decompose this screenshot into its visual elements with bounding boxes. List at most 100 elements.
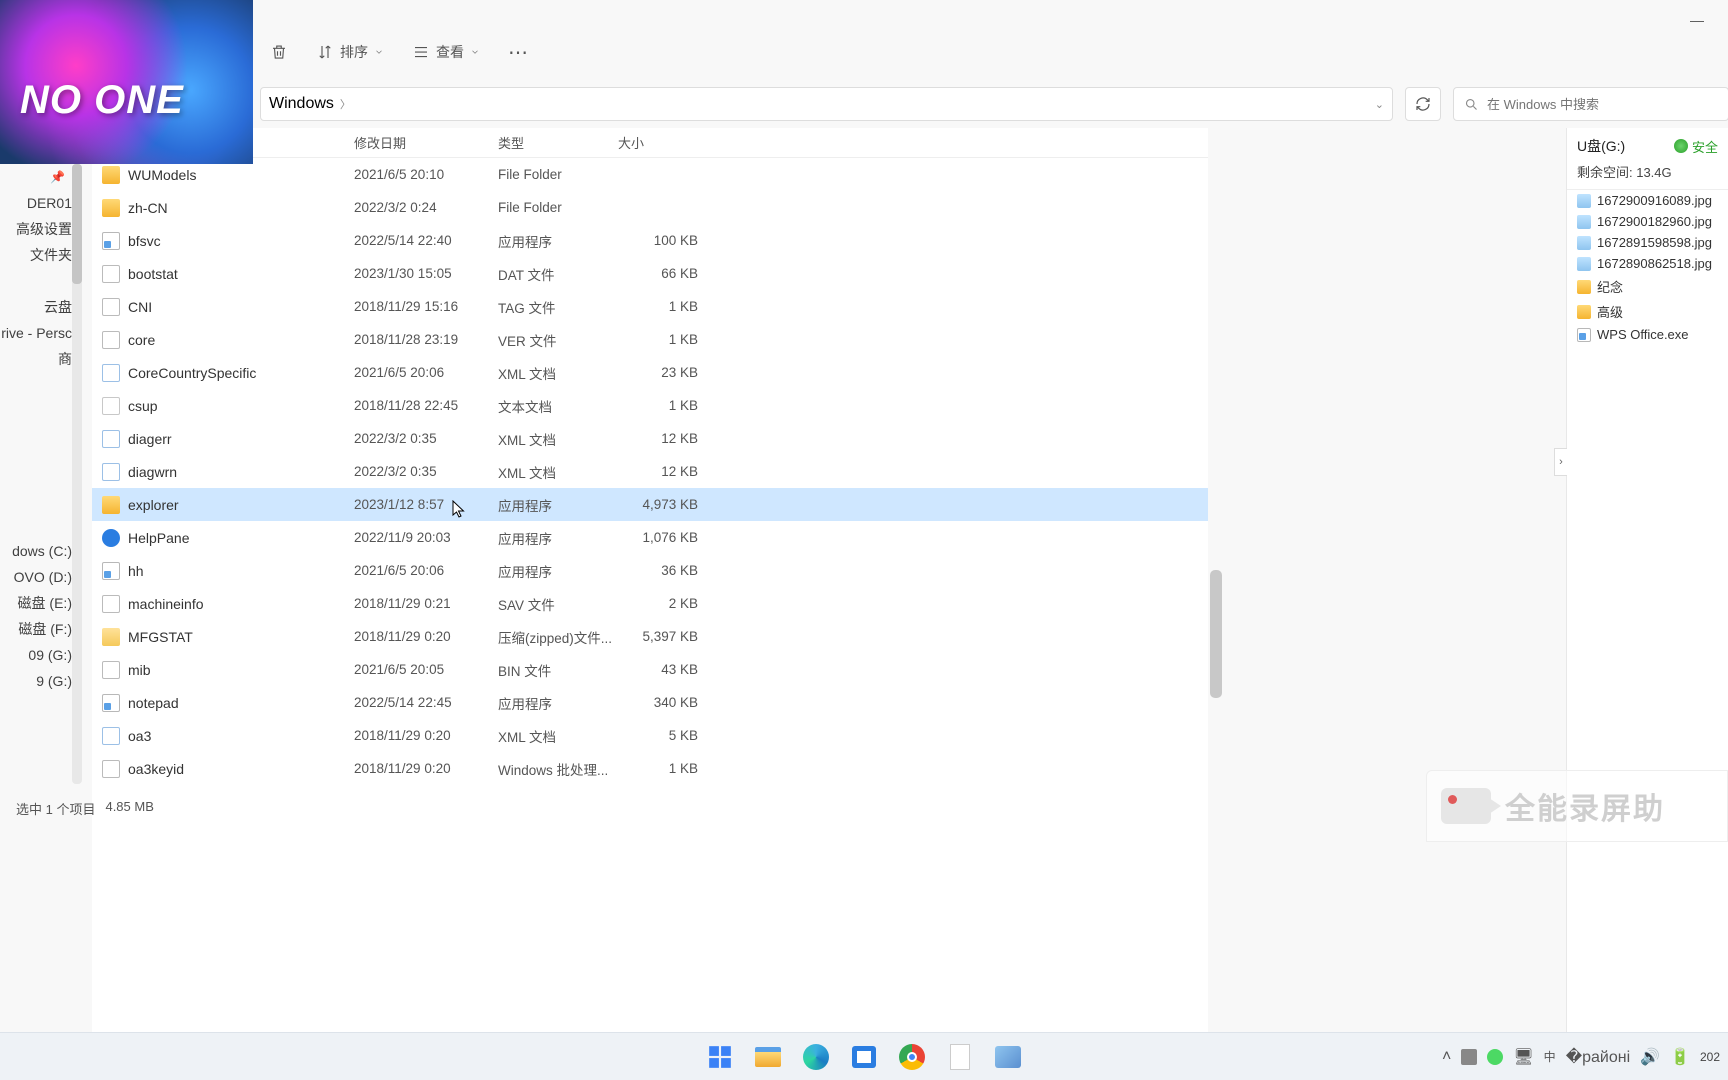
ellipsis-icon: ⋯ — [508, 40, 530, 65]
file-row[interactable]: CoreCountrySpecific2021/6/5 20:06XML 文档2… — [92, 356, 1208, 389]
start-button[interactable] — [700, 1037, 740, 1077]
search-input[interactable] — [1487, 97, 1718, 112]
panel-item[interactable]: 1672891598598.jpg — [1567, 232, 1728, 253]
folder-icon — [1577, 280, 1591, 294]
panel-item[interactable]: 纪念 — [1567, 274, 1728, 299]
file-size: 5 KB — [618, 728, 698, 743]
file-row[interactable]: CNI2018/11/29 15:16TAG 文件1 KB — [92, 290, 1208, 323]
file-scrollbar[interactable] — [1210, 128, 1222, 784]
col-size[interactable]: 大小 — [618, 133, 698, 152]
file-row[interactable]: zh-CN2022/3/2 0:24File Folder — [92, 191, 1208, 224]
photos-app-icon[interactable] — [988, 1037, 1028, 1077]
nav-item[interactable]: rive - Persc — [0, 320, 78, 346]
refresh-button[interactable] — [1405, 87, 1441, 121]
img-icon — [1577, 257, 1591, 271]
file-row[interactable]: notepad2022/5/14 22:45应用程序340 KB — [92, 686, 1208, 719]
chevron-down-icon — [470, 47, 480, 57]
tray-clock[interactable]: 202 — [1700, 1050, 1722, 1064]
scrollbar-thumb[interactable] — [72, 164, 82, 284]
panel-item-label: 纪念 — [1597, 277, 1623, 296]
panel-item[interactable]: 1672900916089.jpg — [1567, 190, 1728, 211]
nav-item[interactable]: 云盘 — [0, 294, 78, 320]
search-box[interactable] — [1453, 87, 1728, 121]
file-size: 1 KB — [618, 299, 698, 314]
tray-pc-icon[interactable]: 🖥 — [1513, 1047, 1533, 1067]
file-name: machineinfo — [128, 596, 204, 612]
nav-scrollbar[interactable] — [72, 164, 82, 784]
edge-app-icon[interactable] — [796, 1037, 836, 1077]
taskbar: ˄ 🖥 中 �районі 🔊 🔋 202 — [0, 1032, 1728, 1080]
file-size: 12 KB — [618, 464, 698, 479]
file-size: 2 KB — [618, 596, 698, 611]
file-type: DAT 文件 — [498, 264, 618, 284]
file-row[interactable]: oa32018/11/29 0:20XML 文档5 KB — [92, 719, 1208, 752]
file-type: File Folder — [498, 167, 618, 182]
file-size: 12 KB — [618, 431, 698, 446]
panel-item[interactable]: 1672900182960.jpg — [1567, 211, 1728, 232]
refresh-icon — [1415, 96, 1431, 112]
file-row[interactable]: diagwrn2022/3/2 0:35XML 文档12 KB — [92, 455, 1208, 488]
file-icon — [102, 595, 120, 613]
file-row[interactable]: mib2021/6/5 20:05BIN 文件43 KB — [92, 653, 1208, 686]
tray-volume-icon[interactable]: 🔊 — [1640, 1047, 1660, 1067]
camera-icon — [1441, 788, 1491, 824]
tray-app-icon[interactable] — [1461, 1049, 1477, 1065]
panel-item[interactable]: WPS Office.exe — [1567, 324, 1728, 345]
file-size: 43 KB — [618, 662, 698, 677]
file-row[interactable]: diagerr2022/3/2 0:35XML 文档12 KB — [92, 422, 1208, 455]
panel-item-label: 1672900182960.jpg — [1597, 214, 1712, 229]
file-row[interactable]: WUModels2021/6/5 20:10File Folder — [92, 158, 1208, 191]
file-row[interactable]: bootstat2023/1/30 15:05DAT 文件66 KB — [92, 257, 1208, 290]
file-name: CoreCountrySpecific — [128, 365, 256, 381]
nav-item-drive-e[interactable]: 磁盘 (E:) — [0, 590, 78, 616]
nav-item[interactable]: DER01 — [0, 190, 78, 216]
file-size: 23 KB — [618, 365, 698, 380]
view-button[interactable]: 查看 — [412, 42, 480, 62]
store-app-icon[interactable] — [844, 1037, 884, 1077]
nav-item-drive-d[interactable]: OVO (D:) — [0, 564, 78, 590]
file-row[interactable]: bfsvc2022/5/14 22:40应用程序100 KB — [92, 224, 1208, 257]
nav-item-drive-g[interactable]: 09 (G:) — [0, 642, 78, 668]
tray-wifi-icon[interactable]: �районі — [1566, 1047, 1630, 1067]
tray-battery-icon[interactable]: 🔋 — [1670, 1047, 1690, 1067]
file-row[interactable]: core2018/11/28 23:19VER 文件1 KB — [92, 323, 1208, 356]
panel-item[interactable]: 高级 — [1567, 299, 1728, 324]
nav-item[interactable]: 商 — [0, 346, 78, 372]
panel-collapse-button[interactable]: › — [1554, 448, 1567, 476]
scrollbar-thumb[interactable] — [1210, 570, 1222, 698]
sort-button[interactable]: 排序 — [316, 42, 384, 62]
nav-item[interactable]: 文件夹 — [0, 242, 78, 268]
col-type[interactable]: 类型 — [498, 133, 618, 152]
file-date: 2022/5/14 22:45 — [354, 695, 498, 710]
nav-item-drive-g2[interactable]: 9 (G:) — [0, 668, 78, 694]
chrome-app-icon[interactable] — [892, 1037, 932, 1077]
tray-ime-icon[interactable]: 中 — [1544, 1048, 1556, 1065]
col-date[interactable]: 修改日期 — [354, 133, 498, 152]
nav-item-drive-f[interactable]: 磁盘 (F:) — [0, 616, 78, 642]
file-name: csup — [128, 398, 158, 414]
nav-item[interactable]: 高级设置 — [0, 216, 78, 242]
status-selected: 选中 1 个项目 — [16, 799, 95, 818]
delete-button[interactable] — [270, 43, 288, 61]
file-row[interactable]: hh2021/6/5 20:06应用程序36 KB — [92, 554, 1208, 587]
breadcrumb-segment[interactable]: Windows — [269, 95, 334, 113]
more-button[interactable]: ⋯ — [508, 40, 530, 65]
file-row[interactable]: machineinfo2018/11/29 0:21SAV 文件2 KB — [92, 587, 1208, 620]
file-row[interactable]: csup2018/11/28 22:45文本文档1 KB — [92, 389, 1208, 422]
nav-item-drive-c[interactable]: dows (C:) — [0, 538, 78, 564]
xml-icon — [102, 463, 120, 481]
breadcrumb-bar[interactable]: Windows 〉 ⌄ — [260, 87, 1393, 121]
tray-wechat-icon[interactable] — [1487, 1049, 1503, 1065]
navigation-pane[interactable]: DER01 高级设置 文件夹 云盘 rive - Persc 商 dows (C… — [0, 170, 78, 1044]
file-row[interactable]: MFGSTAT2018/11/29 0:20压缩(zipped)文件...5,3… — [92, 620, 1208, 653]
panel-item[interactable]: 1672890862518.jpg — [1567, 253, 1728, 274]
explorer-app-icon[interactable] — [748, 1037, 788, 1077]
tray-expand-icon[interactable]: ˄ — [1442, 1048, 1451, 1066]
chevron-down-icon[interactable]: ⌄ — [1375, 98, 1384, 111]
file-date: 2018/11/28 23:19 — [354, 332, 498, 347]
notepad-app-icon[interactable] — [940, 1037, 980, 1077]
panel-title: U盘(G:) — [1577, 136, 1625, 156]
file-row[interactable]: HelpPane2022/11/9 20:03应用程序1,076 KB — [92, 521, 1208, 554]
file-row[interactable]: oa3keyid2018/11/29 0:20Windows 批处理...1 K… — [92, 752, 1208, 785]
file-row[interactable]: explorer2023/1/12 8:57应用程序4,973 KB — [92, 488, 1208, 521]
